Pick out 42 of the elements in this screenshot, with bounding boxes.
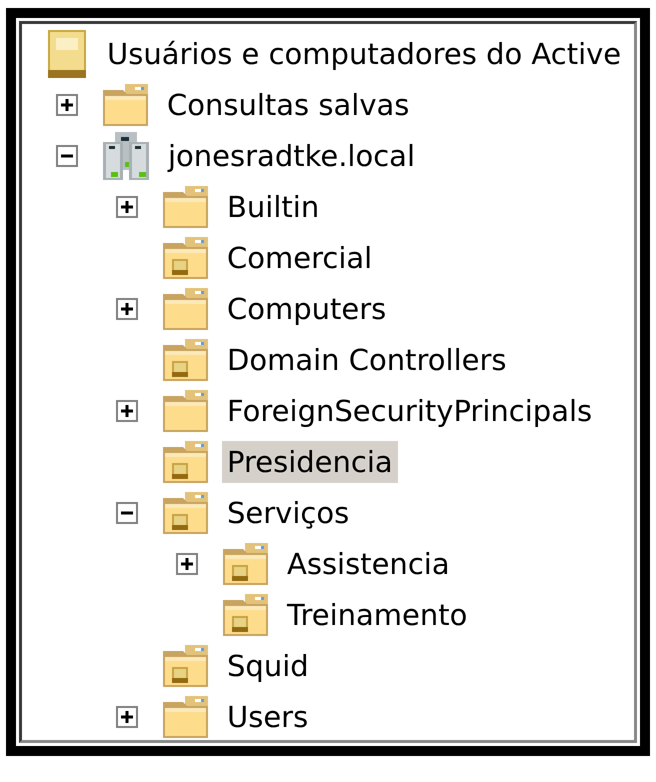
plus-icon: [60, 98, 74, 112]
expand-button[interactable]: [176, 552, 198, 574]
collapse-button[interactable]: [116, 502, 138, 524]
tree-item[interactable]: Serviços: [222, 492, 354, 534]
tree-item[interactable]: Presidencia: [222, 440, 398, 482]
tree-item[interactable]: jonesradtke.local: [163, 134, 420, 176]
folder-icon: [163, 288, 208, 330]
plus-icon: [120, 710, 134, 724]
tree-item[interactable]: Treinamento: [282, 594, 472, 636]
expand-button[interactable]: [56, 94, 78, 116]
plus-icon: [120, 302, 134, 316]
expand-button[interactable]: [116, 196, 138, 218]
folder-icon: [163, 696, 208, 738]
console-icon: [48, 30, 86, 78]
expand-button[interactable]: [116, 400, 138, 422]
unit-folder-icon: [223, 594, 268, 636]
tree-item[interactable]: Users: [222, 696, 314, 738]
folder-icon: [163, 186, 208, 228]
collapse-button[interactable]: [56, 144, 78, 166]
unit-folder-icon: [223, 542, 268, 584]
plus-icon: [120, 200, 134, 214]
tree-item[interactable]: ForeignSecurityPrincipals: [222, 390, 598, 432]
tree-item[interactable]: Domain Controllers: [222, 338, 512, 380]
folder-icon: [103, 84, 148, 126]
tree-item[interactable]: Computers: [222, 288, 392, 330]
tree-item[interactable]: Comercial: [222, 236, 378, 278]
unit-folder-icon: [163, 644, 208, 686]
unit-folder-icon: [163, 440, 208, 482]
unit-folder-icon: [163, 492, 208, 534]
tree-item[interactable]: Builtin: [222, 186, 324, 228]
tree-item[interactable]: Squid: [222, 644, 314, 686]
tree-item[interactable]: Consultas salvas: [162, 84, 414, 126]
unit-folder-icon: [163, 236, 208, 278]
servers-icon: [103, 132, 149, 180]
tree-item[interactable]: Assistencia: [282, 542, 455, 584]
plus-icon: [180, 556, 194, 570]
tree-item[interactable]: Usuários e computadores do Active: [102, 32, 626, 74]
expand-button[interactable]: [116, 298, 138, 320]
expand-button[interactable]: [116, 706, 138, 728]
unit-folder-icon: [163, 338, 208, 380]
plus-icon: [120, 404, 134, 418]
folder-icon: [163, 390, 208, 432]
